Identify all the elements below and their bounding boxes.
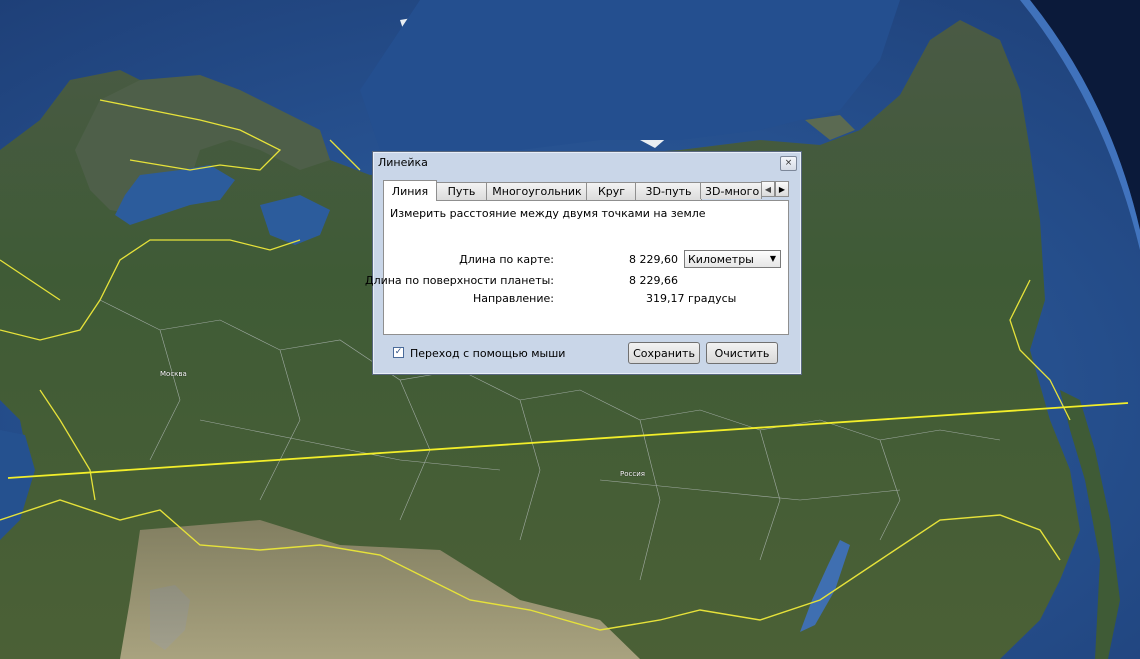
dialog-title: Линейка [378,156,428,169]
tab-circle[interactable]: Круг [586,182,637,200]
units-selected: Километры [688,253,754,266]
tab-3d-polygon[interactable]: 3D-много [700,182,762,199]
city-label-moscow: Москва [160,370,187,378]
surface-length-label: Длина по поверхности планеты: [364,274,554,287]
ruler-dialog: Линейка × Линия Путь Многоугольник Круг … [365,151,802,375]
tab-scroll-left-icon[interactable]: ◀ [761,181,775,197]
dropdown-arrow-icon: ▼ [769,254,776,263]
heading-value: 319,17 градусы [646,292,737,305]
save-button[interactable]: Сохранить [628,342,700,364]
tab-3d-path[interactable]: 3D-путь [635,182,702,200]
tab-path[interactable]: Путь [435,182,488,200]
close-icon[interactable]: × [780,156,797,171]
mouse-nav-label: Переход с помощью мыши [410,347,566,360]
mouse-nav-checkbox[interactable]: ✓ [393,347,404,358]
tab-bar: Линия Путь Многоугольник Круг 3D-путь 3D… [383,180,791,201]
measure-description: Измерить расстояние между двумя точками … [390,207,706,220]
tab-polygon[interactable]: Многоугольник [486,182,588,200]
units-dropdown[interactable]: Километры ▼ [684,250,781,268]
dialog-titlebar[interactable]: Линейка × [373,152,801,172]
map-length-value: 8 229,60 [629,253,678,266]
surface-length-value: 8 229,66 [629,274,678,287]
tab-scroll-right-icon[interactable]: ▶ [775,181,789,197]
country-label-russia: Россия [620,470,645,478]
dialog-footer: ✓ Переход с помощью мыши Сохранить Очист… [373,339,801,369]
tab-line[interactable]: Линия [383,180,437,201]
clear-button[interactable]: Очистить [706,342,778,364]
map-length-label: Длина по карте: [459,253,554,266]
heading-label: Направление: [472,292,554,305]
line-tab-panel: Измерить расстояние между двумя точками … [365,200,789,335]
